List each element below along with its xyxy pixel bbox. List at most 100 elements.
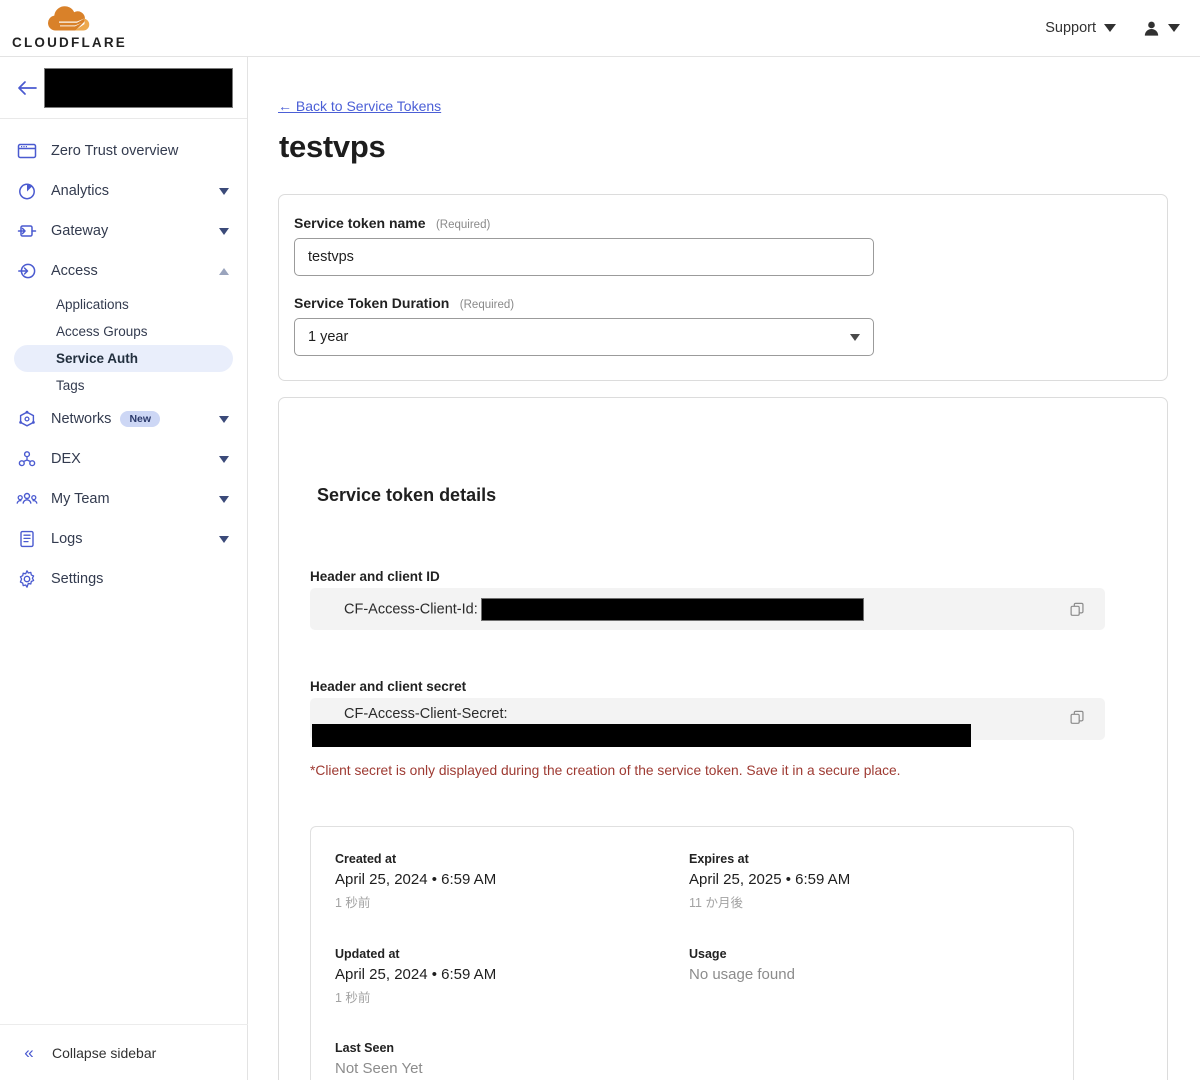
duration-selected-value: 1 year <box>308 329 349 345</box>
sidebar-item-my-team[interactable]: My Team <box>0 479 247 519</box>
sidebar-item-label: Networks <box>51 411 112 427</box>
cloudflare-cloud-icon <box>47 6 89 31</box>
sidebar-item-label: DEX <box>51 451 81 467</box>
meta-value: April 25, 2025 • 6:59 AM <box>689 871 851 888</box>
service-token-name-label: Service token name <box>294 215 426 231</box>
sidebar-badge-new: New <box>120 410 161 428</box>
sidebar-nav: Zero Trust overview Analytics Gateway Ac… <box>0 119 247 599</box>
token-form-card: Service token name (Required) Service To… <box>278 194 1168 381</box>
sidebar-item-networks[interactable]: Networks New <box>0 399 247 439</box>
service-token-duration-label-row: Service Token Duration (Required) <box>294 295 514 313</box>
account-name-redacted[interactable] <box>44 67 233 108</box>
service-token-name-input[interactable] <box>294 238 874 276</box>
meta-value: No usage found <box>689 966 795 983</box>
meta-updated-at: Updated at April 25, 2024 • 6:59 AM 1 秒前 <box>335 947 496 1006</box>
page-title: testvps <box>279 129 386 164</box>
sidebar-item-label: Access <box>51 263 98 279</box>
chevron-down-icon[interactable] <box>219 187 229 195</box>
chevron-down-icon[interactable] <box>219 535 229 543</box>
back-arrow-icon[interactable] <box>14 75 40 101</box>
sidebar-item-gateway[interactable]: Gateway <box>0 211 247 251</box>
meta-value: April 25, 2024 • 6:59 AM <box>335 871 497 888</box>
gateway-arrow-icon <box>16 220 38 242</box>
sidebar-item-label: Logs <box>51 531 83 547</box>
window-overview-icon <box>16 140 38 162</box>
sidebar-item-label: Settings <box>51 571 104 587</box>
meta-value: April 25, 2024 • 6:59 AM <box>335 966 497 983</box>
meta-usage: Usage No usage found <box>689 947 795 983</box>
main-content: ← Back to Service Tokens testvps Service… <box>248 57 1200 1080</box>
token-metadata-panel: Created at April 25, 2024 • 6:59 AM 1 秒前… <box>310 826 1074 1080</box>
user-account-menu[interactable] <box>1142 19 1180 38</box>
sidebar-item-label: Gateway <box>51 223 109 239</box>
chevron-down-icon <box>850 333 860 341</box>
header-and-client-secret-label: Header and client secret <box>310 679 467 694</box>
meta-created-at: Created at April 25, 2024 • 6:59 AM 1 秒前 <box>335 852 496 911</box>
subnav-label: Service Auth <box>56 351 139 366</box>
sidebar-item-settings[interactable]: Settings <box>0 559 247 599</box>
meta-relative: 11 か月後 <box>689 896 743 910</box>
header-and-client-id-label: Header and client ID <box>310 569 440 584</box>
service-token-duration-select[interactable]: 1 year <box>294 318 874 356</box>
chevron-down-icon[interactable] <box>219 455 229 463</box>
back-to-service-tokens-link[interactable]: ← Back to Service Tokens <box>278 98 441 114</box>
user-avatar-icon <box>1144 21 1159 36</box>
subnav-label: Applications <box>56 297 129 312</box>
sidebar-item-label: My Team <box>51 491 110 507</box>
chevron-up-icon[interactable] <box>219 267 229 275</box>
collapse-sidebar-label: Collapse sidebar <box>52 1044 157 1061</box>
team-people-icon <box>16 488 38 510</box>
account-switcher-row <box>0 57 247 119</box>
cloudflare-logo[interactable]: CLOUDFLARE <box>12 6 127 50</box>
meta-key: Last Seen <box>335 1041 395 1055</box>
sidebar-item-applications[interactable]: Applications <box>0 291 233 318</box>
cloudflare-wordmark: CLOUDFLARE <box>12 35 127 51</box>
sidebar-item-access-groups[interactable]: Access Groups <box>0 318 233 345</box>
meta-value: Not Seen Yet <box>335 1060 423 1077</box>
pie-chart-icon <box>16 180 38 202</box>
service-token-duration-label: Service Token Duration <box>294 295 450 311</box>
topbar-actions: Support <box>1045 19 1180 38</box>
access-login-icon <box>16 260 38 282</box>
chevron-down-icon[interactable] <box>219 227 229 235</box>
meta-key: Updated at <box>335 947 400 961</box>
gear-icon <box>16 568 38 590</box>
chevron-down-icon[interactable] <box>219 415 229 423</box>
network-nodes-icon <box>16 408 38 430</box>
meta-key: Created at <box>335 852 397 866</box>
main-sidebar: Zero Trust overview Analytics Gateway Ac… <box>0 57 248 1080</box>
client-secret-redacted-value <box>312 724 971 747</box>
dex-hub-icon <box>16 448 38 470</box>
meta-relative: 1 秒前 <box>335 896 371 910</box>
sidebar-item-label: Zero Trust overview <box>51 143 179 159</box>
sidebar-item-analytics[interactable]: Analytics <box>0 171 247 211</box>
service-token-details-card: Service token details Header and client … <box>278 397 1168 1080</box>
copy-icon[interactable] <box>1070 710 1085 725</box>
sidebar-item-access[interactable]: Access <box>0 251 247 291</box>
top-header-bar: CLOUDFLARE Support <box>0 0 1200 57</box>
details-heading: Service token details <box>317 485 497 505</box>
client-id-redacted-value <box>480 597 864 621</box>
service-token-name-label-row: Service token name (Required) <box>294 215 490 233</box>
subnav-label: Access Groups <box>56 324 148 339</box>
sidebar-item-service-auth[interactable]: Service Auth <box>14 345 233 372</box>
sidebar-item-tags[interactable]: Tags <box>0 372 233 399</box>
meta-last-seen: Last Seen Not Seen Yet <box>335 1041 423 1077</box>
collapse-sidebar-button[interactable]: « Collapse sidebar <box>0 1024 248 1080</box>
sidebar-item-dex[interactable]: DEX <box>0 439 247 479</box>
meta-key: Usage <box>689 947 727 961</box>
chevron-down-icon[interactable] <box>219 495 229 503</box>
client-secret-header-text: CF-Access-Client-Secret: <box>344 706 508 722</box>
double-chevron-left-icon: « <box>24 1043 34 1062</box>
sidebar-item-logs[interactable]: Logs <box>0 519 247 559</box>
support-menu[interactable]: Support <box>1045 20 1116 36</box>
meta-key: Expires at <box>689 852 749 866</box>
sidebar-item-zero-trust-overview[interactable]: Zero Trust overview <box>0 131 247 171</box>
copy-icon[interactable] <box>1070 602 1085 617</box>
required-hint: (Required) <box>435 219 491 231</box>
required-hint: (Required) <box>459 299 515 311</box>
client-id-header-text: CF-Access-Client-Id: <box>310 597 864 621</box>
client-id-value-box[interactable]: CF-Access-Client-Id: <box>310 588 1105 630</box>
sidebar-item-label: Analytics <box>51 183 110 199</box>
client-secret-warning: *Client secret is only displayed during … <box>310 763 901 778</box>
